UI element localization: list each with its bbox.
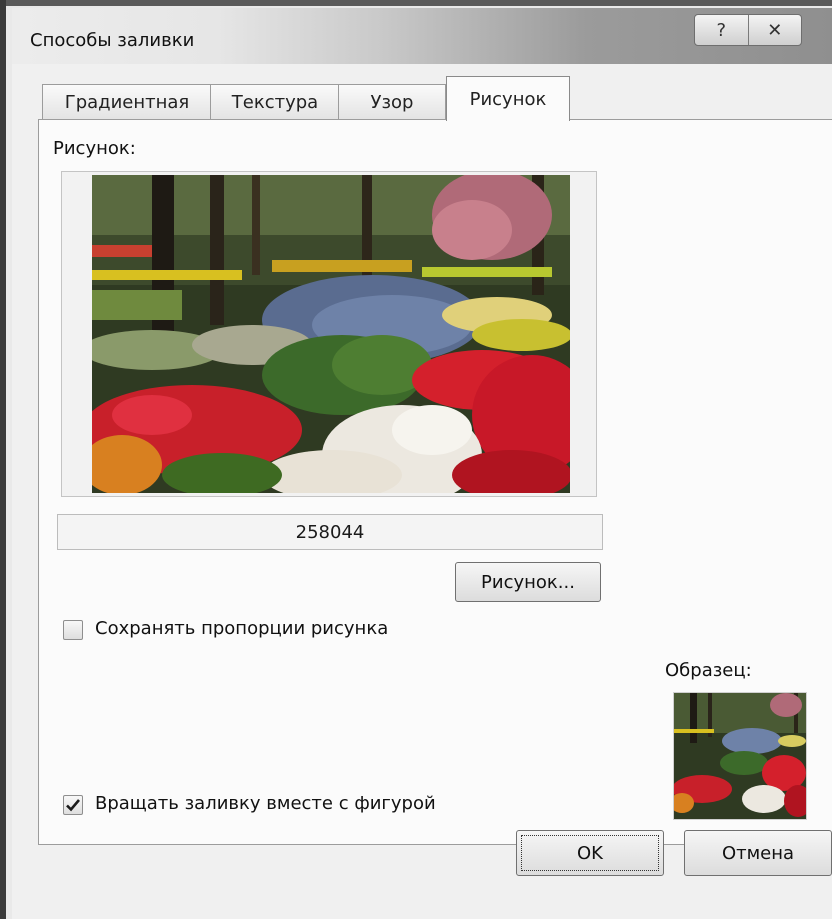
title-buttons: ? ✕ bbox=[694, 14, 802, 46]
rotate-with-shape-label[interactable]: Вращать заливку вместе с фигурой bbox=[95, 793, 436, 814]
preview-thumbnail bbox=[673, 692, 807, 820]
tab-pattern-label: Узор bbox=[370, 92, 414, 113]
help-button[interactable]: ? bbox=[695, 15, 748, 45]
tab-picture[interactable]: Рисунок bbox=[446, 76, 570, 121]
browse-picture-button[interactable]: Рисунок... bbox=[455, 562, 601, 602]
picture-filename-text: 258044 bbox=[295, 521, 365, 543]
ok-button[interactable]: OK bbox=[516, 830, 664, 876]
keep-proportions-label[interactable]: Сохранять пропорции рисунка bbox=[95, 618, 388, 639]
close-icon: ✕ bbox=[767, 19, 783, 41]
help-icon: ? bbox=[716, 19, 727, 41]
cancel-label: Отмена bbox=[721, 842, 795, 864]
tab-gradient-label: Градиентная bbox=[64, 92, 190, 113]
keep-proportions-checkbox[interactable] bbox=[63, 620, 83, 640]
tab-picture-label: Рисунок bbox=[469, 88, 547, 110]
picture-frame bbox=[61, 171, 597, 497]
picture-filename: 258044 bbox=[57, 514, 603, 550]
close-button[interactable]: ✕ bbox=[747, 15, 802, 45]
tab-panel-picture: Рисунок: 258044 Рисунок... Сохранять про… bbox=[38, 119, 832, 845]
tab-texture-label: Текстура bbox=[231, 92, 319, 113]
window-title: Способы заливки bbox=[30, 30, 195, 51]
rotate-with-shape-checkbox[interactable] bbox=[63, 795, 83, 815]
tab-pattern[interactable]: Узор bbox=[338, 84, 446, 120]
preview-label: Образец: bbox=[665, 660, 752, 681]
picture-section-label: Рисунок: bbox=[53, 138, 136, 159]
garden-picture bbox=[92, 175, 570, 493]
title-bar[interactable]: Способы заливки ? ✕ bbox=[12, 8, 832, 64]
ok-label: OK bbox=[577, 842, 603, 864]
browse-picture-label: Рисунок... bbox=[481, 571, 575, 593]
dialog-window: Способы заливки ? ✕ Градиентная Текстура… bbox=[0, 0, 832, 919]
checkmark-icon bbox=[66, 799, 80, 812]
tab-texture[interactable]: Текстура bbox=[210, 84, 340, 120]
dialog-client: Градиентная Текстура Узор Рисунок Рисуно… bbox=[12, 64, 832, 919]
tab-gradient[interactable]: Градиентная bbox=[42, 84, 212, 120]
cancel-button[interactable]: Отмена bbox=[684, 830, 832, 876]
